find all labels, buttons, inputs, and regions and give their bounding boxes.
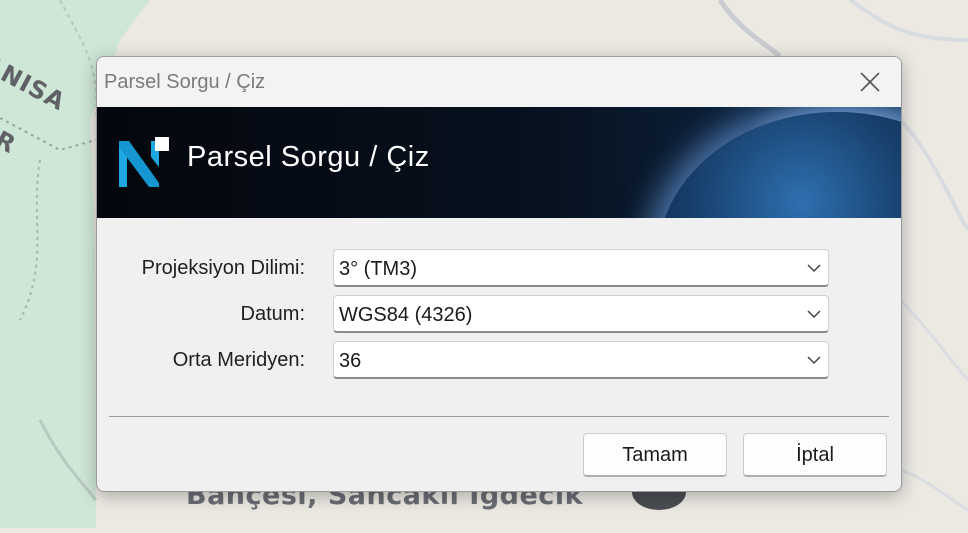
field-row-orta-meridyen: Orta Meridyen: 36 (97, 341, 901, 381)
datum-label: Datum: (240, 303, 305, 325)
field-row-datum: Datum: WGS84 (4326) (97, 295, 901, 335)
ok-button[interactable]: Tamam (583, 433, 727, 477)
chevron-down-icon (807, 264, 821, 273)
orta-meridyen-value: 36 (339, 350, 362, 372)
title-bar[interactable]: Parsel Sorgu / Çiz (97, 57, 901, 107)
earth-graphic (657, 112, 901, 218)
header-banner: Parsel Sorgu / Çiz (97, 107, 901, 218)
parsel-sorgu-dialog: Parsel Sorgu / Çiz Parsel Sorgu / Çiz Pr… (96, 56, 902, 492)
orta-meridyen-label: Orta Meridyen: (172, 349, 305, 371)
cancel-button[interactable]: İptal (743, 433, 887, 477)
projeksiyon-label: Projeksiyon Dilimi: (141, 257, 305, 279)
orta-meridyen-select[interactable]: 36 (333, 341, 829, 379)
chevron-down-icon (807, 356, 821, 365)
datum-value: WGS84 (4326) (339, 304, 473, 326)
window-title: Parsel Sorgu / Çiz (104, 71, 266, 93)
chevron-down-icon (807, 310, 821, 319)
projeksiyon-dilimi-select[interactable]: 3° (TM3) (333, 249, 829, 287)
projeksiyon-value: 3° (TM3) (339, 258, 417, 280)
datum-select[interactable]: WGS84 (4326) (333, 295, 829, 333)
field-row-projeksiyon: Projeksiyon Dilimi: 3° (TM3) (97, 249, 901, 289)
banner-title: Parsel Sorgu / Çiz (187, 141, 430, 173)
app-logo-icon (119, 137, 169, 187)
separator-line (109, 416, 889, 417)
close-icon[interactable] (853, 65, 887, 99)
